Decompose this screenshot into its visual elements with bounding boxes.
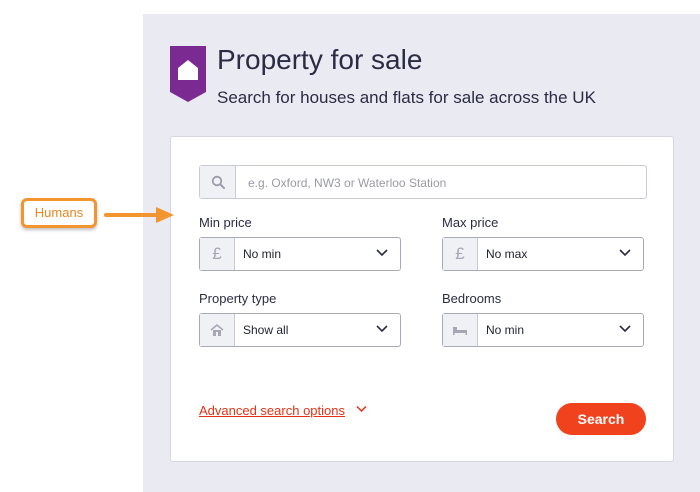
chevron-down-icon	[619, 325, 631, 333]
property-type-value: Show all	[243, 323, 289, 337]
search-icon	[200, 166, 236, 198]
property-type-select[interactable]: Show all	[199, 313, 401, 347]
annotation-label: Humans	[21, 198, 97, 228]
page-title: Property for sale	[217, 44, 423, 75]
pound-icon: £	[443, 238, 478, 270]
chevron-down-icon[interactable]	[356, 405, 367, 413]
max-price-label: Max price	[442, 215, 499, 230]
advanced-search-link[interactable]: Advanced search options	[199, 403, 345, 418]
max-price-select[interactable]: £ No max	[442, 237, 644, 271]
chevron-down-icon	[619, 249, 631, 257]
house-tag-icon	[170, 46, 206, 102]
max-price-value: No max	[486, 247, 528, 261]
pound-icon: £	[200, 238, 235, 270]
search-button[interactable]: Search	[556, 403, 646, 435]
location-search[interactable]	[199, 165, 650, 200]
bedrooms-value: No min	[486, 323, 525, 337]
property-type-label: Property type	[199, 291, 277, 306]
chevron-down-icon	[376, 249, 388, 257]
page-subtitle: Search for houses and flats for sale acr…	[217, 88, 596, 107]
house-icon	[200, 314, 235, 346]
bedrooms-label: Bedrooms	[442, 291, 502, 306]
chevron-down-icon	[376, 325, 388, 333]
arrow-right-icon	[104, 207, 174, 223]
min-price-label: Min price	[199, 215, 252, 230]
search-input[interactable]	[236, 166, 650, 200]
min-price-select[interactable]: £ No min	[199, 237, 401, 271]
bed-icon	[443, 314, 478, 346]
bedrooms-select[interactable]: No min	[442, 313, 644, 347]
min-price-value: No min	[243, 247, 282, 261]
